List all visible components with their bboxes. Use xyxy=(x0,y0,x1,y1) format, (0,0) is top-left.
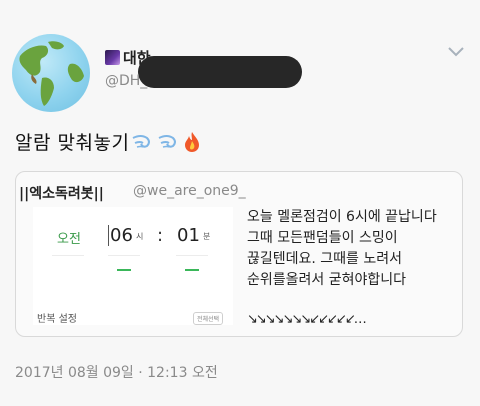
alarm-screenshot xyxy=(33,207,233,325)
divider xyxy=(176,255,208,256)
globe-icon xyxy=(19,41,84,106)
dashing-away-icon xyxy=(132,134,151,148)
tweet-timestamp[interactable]: 2017년 08월 09일 · 12:13 오전 xyxy=(15,362,218,382)
fire-icon xyxy=(185,131,200,152)
alarm-minute-unit: 분 xyxy=(203,232,211,241)
divider xyxy=(108,255,140,256)
tweet-text: 알람 맞춰놓기 xyxy=(15,128,201,155)
alarm-colon: : xyxy=(157,225,164,246)
quote-text: 오늘 멜론점검이 6시에 끝납니다 그때 모든팬덤들이 스밍이 끊길텐데요. 그… xyxy=(247,207,437,291)
select-all-button: 전체선택 xyxy=(193,312,224,325)
divider xyxy=(52,255,84,256)
quote-line: 끊길텐데요. 그때를 노려서 xyxy=(247,251,403,267)
quote-line: 순위를올려서 굳혀야합니다 xyxy=(247,272,407,288)
quote-line: 오늘 멜론점검이 6시에 끝납니다 xyxy=(247,209,437,225)
galaxy-emoji-icon xyxy=(105,50,120,65)
quote-author-name: ||엑소독려봇|| xyxy=(19,186,104,202)
alarm-hour-unit: 시 xyxy=(136,232,144,241)
repeat-label: 반복 설정 xyxy=(37,314,77,325)
alarm-hour: 06 xyxy=(108,225,133,246)
alarm-minute: 01 xyxy=(177,225,200,246)
minute-indicator xyxy=(185,269,199,271)
quote-author-handle: @we_are_one9_ xyxy=(133,183,246,199)
alarm-ampm: 오전 xyxy=(57,232,81,247)
quote-line: 그때 모든팬덤들이 스밍이 xyxy=(247,230,398,246)
dashing-away-icon xyxy=(158,134,177,148)
author-handle[interactable]: @DH_ xyxy=(105,73,147,89)
arrow-glyphs: ↘↘↘↘↘↘↘↙↙↙↙↙… xyxy=(247,312,367,327)
tweet-text-content: 알람 맞춰놓기 xyxy=(15,132,130,154)
redaction-bar xyxy=(138,56,302,88)
chevron-down-icon[interactable] xyxy=(446,44,466,60)
avatar[interactable] xyxy=(12,34,90,112)
hour-indicator xyxy=(117,269,131,271)
